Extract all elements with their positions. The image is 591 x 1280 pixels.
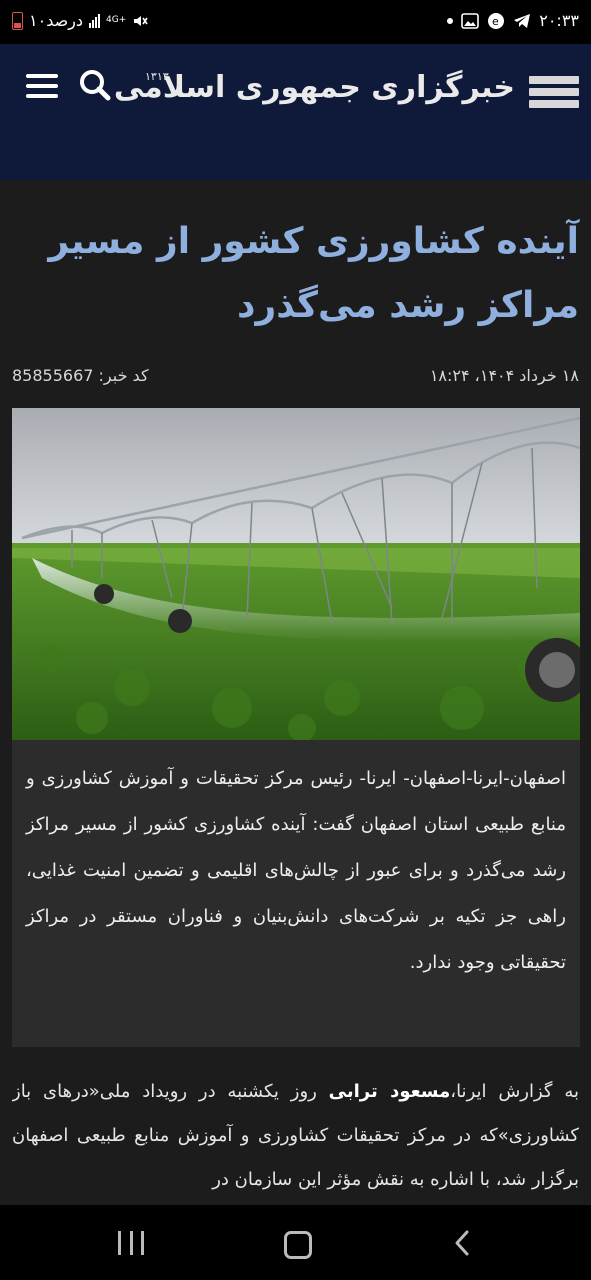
article-body-intro: به گزارش ایرنا، [450, 1081, 579, 1102]
hamburger-menu-icon[interactable] [26, 74, 58, 100]
telegram-icon [514, 13, 531, 28]
article-meta: ۱۸ خرداد ۱۴۰۴، ۱۸:۲۴ کد خبر: 85855667 [12, 366, 579, 388]
back-button[interactable] [452, 1229, 472, 1257]
battery-level: ۱۰درصد [29, 11, 84, 30]
network-type: 4G+ [106, 15, 127, 25]
article-code-label: کد خبر: [98, 366, 149, 385]
article-date: ۱۸ خرداد ۱۴۰۴، ۱۸:۲۴ [429, 366, 579, 385]
article-summary-box: اصفهان-ایرنا-اصفهان- ایرنا- رئیس مرکز تح… [12, 740, 580, 1047]
app-e-icon: e [488, 12, 505, 29]
site-logo-text[interactable]: خبرگزاری جمهوری اسلامی [114, 70, 515, 105]
irrigation-field-image [12, 408, 580, 740]
app-header: ۱۳۱۳ خبرگزاری جمهوری اسلامی [0, 44, 591, 180]
battery-icon [12, 11, 23, 30]
status-right: e ۲۰:۳۳ [447, 11, 579, 30]
gallery-icon [461, 12, 480, 29]
status-bar: ۱۰درصد 4G+ e ۲۰:۳۳ [0, 0, 591, 44]
article-hero-image [12, 408, 580, 740]
svg-text:e: e [492, 15, 499, 28]
recent-apps-button[interactable] [118, 1231, 144, 1255]
article-code-value: 85855667 [12, 366, 94, 385]
search-icon[interactable] [78, 68, 112, 102]
system-nav-bar [0, 1205, 591, 1280]
signal-icon [89, 13, 101, 28]
irna-logo-icon[interactable] [529, 76, 579, 112]
status-left: ۱۰درصد 4G+ [12, 11, 148, 30]
mute-icon [134, 15, 148, 26]
status-time: ۲۰:۳۳ [539, 11, 579, 30]
notification-dot-icon [447, 17, 454, 24]
article-body: به گزارش ایرنا،مسعود ترابی روز یکشنبه در… [12, 1070, 579, 1205]
article-title: آینده کشاورزی کشور از مسیر مراکز رشد می‌… [48, 221, 579, 326]
article-summary: اصفهان-ایرنا-اصفهان- ایرنا- رئیس مرکز تح… [26, 768, 566, 973]
home-button[interactable] [284, 1231, 312, 1259]
article-body-person: مسعود ترابی [328, 1081, 451, 1102]
article-code: کد خبر: 85855667 [12, 366, 149, 385]
